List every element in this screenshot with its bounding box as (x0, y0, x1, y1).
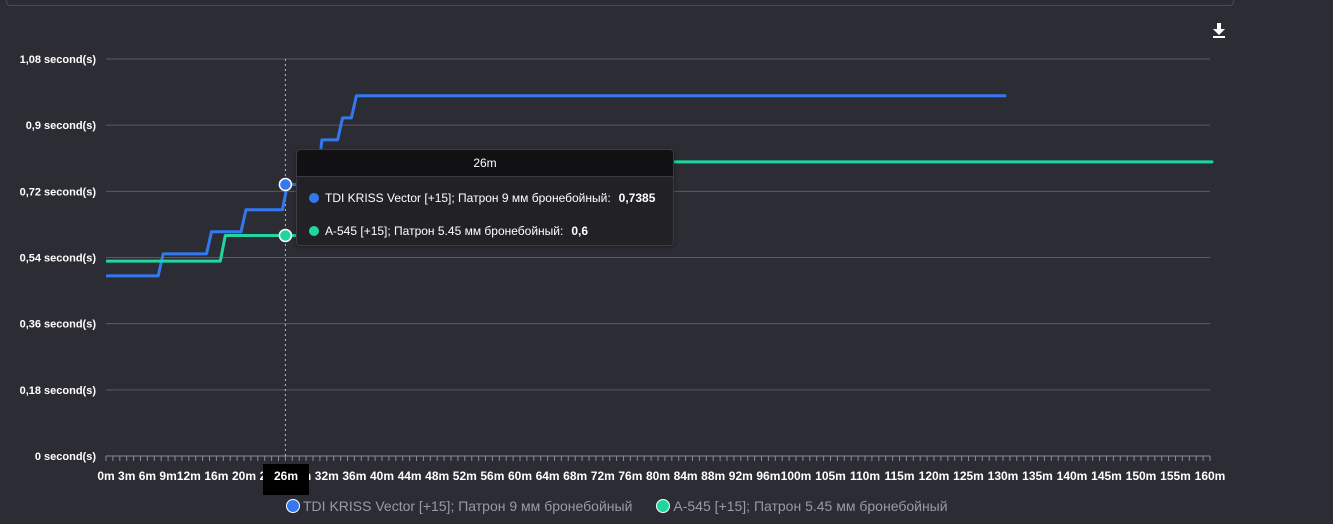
x-tick-label: 125m (953, 469, 984, 483)
tooltip-label-1: TDI KRISS Vector [+15]; Патрон 9 мм брон… (325, 191, 611, 205)
x-tick-label: 115m (884, 469, 914, 483)
hover-marker-1 (278, 177, 293, 192)
x-tick-label: 130m (988, 469, 1019, 483)
tooltip-value-2: 0,6 (571, 224, 589, 238)
tooltip-dot-2 (309, 226, 319, 236)
y-tick-label: 0,9 second(s) (26, 120, 97, 132)
x-tick-label: 36m (342, 469, 366, 483)
legend-item-1[interactable]: TDI KRISS Vector [+15]; Патрон 9 мм брон… (286, 498, 632, 514)
x-tick-label: 9m (159, 469, 176, 483)
y-tick-label: 0 second(s) (35, 451, 96, 463)
x-tick-label: 72m (591, 469, 615, 483)
x-tick-label: 68m (563, 469, 587, 483)
tooltip-value-1: 0,7385 (618, 191, 656, 205)
x-tick-label: 145m (1091, 469, 1122, 483)
hover-tooltip: 26m TDI KRISS Vector [+15]; Патрон 9 мм … (296, 149, 674, 246)
x-tick-label: 56m (480, 469, 504, 483)
hover-marker-2 (278, 228, 293, 243)
x-tick-label: 160m (1195, 469, 1226, 483)
x-tick-label: 52m (453, 469, 477, 483)
x-tick-label: 48m (425, 469, 449, 483)
x-tick-label: 20m (232, 469, 256, 483)
y-tick-label: 1,08 second(s) (20, 54, 97, 66)
x-tick-label: 32m (315, 469, 339, 483)
x-tick-label: 40m (370, 469, 394, 483)
x-tick-label: 84m (674, 469, 698, 483)
x-tick-label: 12m (177, 469, 201, 483)
x-tick-label: 76m (618, 469, 642, 483)
x-tick-label: 60m (508, 469, 532, 483)
y-tick-label: 0,54 second(s) (20, 253, 97, 265)
x-tick-label: 150m (1126, 469, 1157, 483)
tooltip-row-2: A-545 [+15]; Патрон 5.45 мм бронебойный:… (309, 223, 588, 239)
x-tick-label: 0m (97, 469, 114, 483)
x-tick-label: 155m (1160, 469, 1191, 483)
x-tick-label: 135m (1022, 469, 1053, 483)
legend-label-2: A-545 [+15]; Патрон 5.45 мм бронебойный (673, 498, 948, 514)
x-tick-label: 100m (781, 469, 812, 483)
x-tick-label: 16m (204, 469, 228, 483)
y-tick-label: 0,72 second(s) (20, 186, 97, 198)
x-tick-label: 105m (815, 469, 846, 483)
chart-legend: TDI KRISS Vector [+15]; Патрон 9 мм брон… (286, 496, 972, 516)
chart-area: 0 second(s) 0,18 second(s) 0,36 second(s) 0… (20, 54, 1226, 483)
legend-label-1: TDI KRISS Vector [+15]; Патрон 9 мм брон… (303, 498, 633, 514)
x-tick-label: 96m (756, 469, 780, 483)
hover-x-label: 26m (263, 464, 309, 495)
legend-marker-2 (656, 499, 671, 513)
x-tick-label: 120m (919, 469, 950, 483)
x-tick-label: 92m (729, 469, 753, 483)
legend-marker-1 (286, 499, 300, 513)
x-tick-label: 44m (398, 469, 422, 483)
x-tick-label: 6m (139, 469, 156, 483)
x-tick-label: 110m (850, 469, 880, 483)
y-tick-label: 0,36 second(s) (20, 319, 97, 331)
x-tick-label: 64m (536, 469, 560, 483)
y-tick-label: 0,18 second(s) (20, 385, 97, 397)
tooltip-label-2: A-545 [+15]; Патрон 5.45 мм бронебойный: (325, 224, 564, 238)
tooltip-dot-1 (309, 193, 319, 203)
tooltip-title: 26m (297, 150, 673, 177)
x-tick-label: 140m (1057, 469, 1088, 483)
x-tick-label: 80m (646, 469, 670, 483)
x-tick-label: 88m (701, 469, 725, 483)
x-axis (105, 455, 1211, 461)
legend-item-2[interactable]: A-545 [+15]; Патрон 5.45 мм бронебойный (656, 498, 948, 514)
y-axis-labels: 0 second(s) 0,18 second(s) 0,36 second(s) 0… (20, 54, 97, 463)
tooltip-row-1: TDI KRISS Vector [+15]; Патрон 9 мм брон… (309, 190, 655, 206)
x-tick-label: 3m (118, 469, 135, 483)
